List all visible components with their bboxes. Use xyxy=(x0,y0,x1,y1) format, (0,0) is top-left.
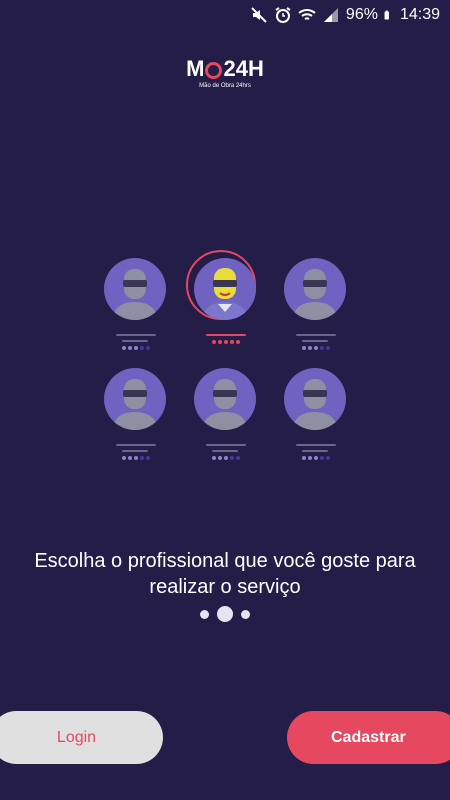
logo-text-left: M xyxy=(186,56,205,81)
name-placeholder xyxy=(206,444,246,446)
alarm-icon xyxy=(275,7,291,23)
login-button[interactable]: Login xyxy=(0,711,163,764)
person-icon xyxy=(284,368,346,430)
name-placeholder xyxy=(116,444,156,446)
professional-card xyxy=(280,368,350,478)
person-icon xyxy=(284,258,346,320)
role-placeholder xyxy=(212,450,238,452)
name-placeholder xyxy=(296,334,336,336)
page-dot-3[interactable] xyxy=(241,609,250,619)
logo-text-right: 24H xyxy=(223,56,264,81)
logo-wordmark: M 24H xyxy=(186,56,264,82)
page-indicator[interactable] xyxy=(0,606,450,622)
name-placeholder xyxy=(206,334,246,336)
professionals-illustration xyxy=(100,250,350,468)
professional-card xyxy=(100,368,170,478)
rating-dots xyxy=(302,456,330,460)
role-placeholder xyxy=(122,450,148,452)
page-dot-2-active[interactable] xyxy=(217,606,233,622)
brand-logo: M 24H Mão de Obra 24hrs xyxy=(0,56,450,89)
professional-card-selected xyxy=(186,250,260,368)
role-placeholder xyxy=(302,450,328,452)
rating-dots xyxy=(122,346,150,350)
signal-icon xyxy=(323,8,338,22)
logo-tagline: Mão de Obra 24hrs xyxy=(199,83,251,89)
register-button[interactable]: Cadastrar xyxy=(287,711,450,764)
selected-person-icon xyxy=(194,258,256,320)
page-dot-1[interactable] xyxy=(200,609,209,619)
professional-card xyxy=(100,258,170,368)
wifi-icon xyxy=(298,9,316,20)
logo-ring-icon xyxy=(205,61,223,79)
role-placeholder xyxy=(302,340,328,342)
rating-dots xyxy=(212,456,240,460)
professional-card xyxy=(280,258,350,368)
name-placeholder xyxy=(296,444,336,446)
status-bar: 96% 14:39 xyxy=(0,0,450,30)
rating-dots xyxy=(212,340,240,344)
battery-percent: 96% xyxy=(345,6,378,23)
mute-icon xyxy=(251,7,267,23)
professional-card xyxy=(190,368,260,478)
rating-dots xyxy=(122,456,150,460)
role-placeholder xyxy=(122,340,148,342)
person-icon xyxy=(104,258,166,320)
person-icon xyxy=(194,368,256,430)
onboarding-headline: Escolha o profissional que você goste pa… xyxy=(34,550,416,598)
battery-icon xyxy=(384,10,389,20)
name-placeholder xyxy=(116,334,156,336)
rating-dots xyxy=(302,346,330,350)
clock: 14:39 xyxy=(399,6,440,23)
person-icon xyxy=(104,368,166,430)
